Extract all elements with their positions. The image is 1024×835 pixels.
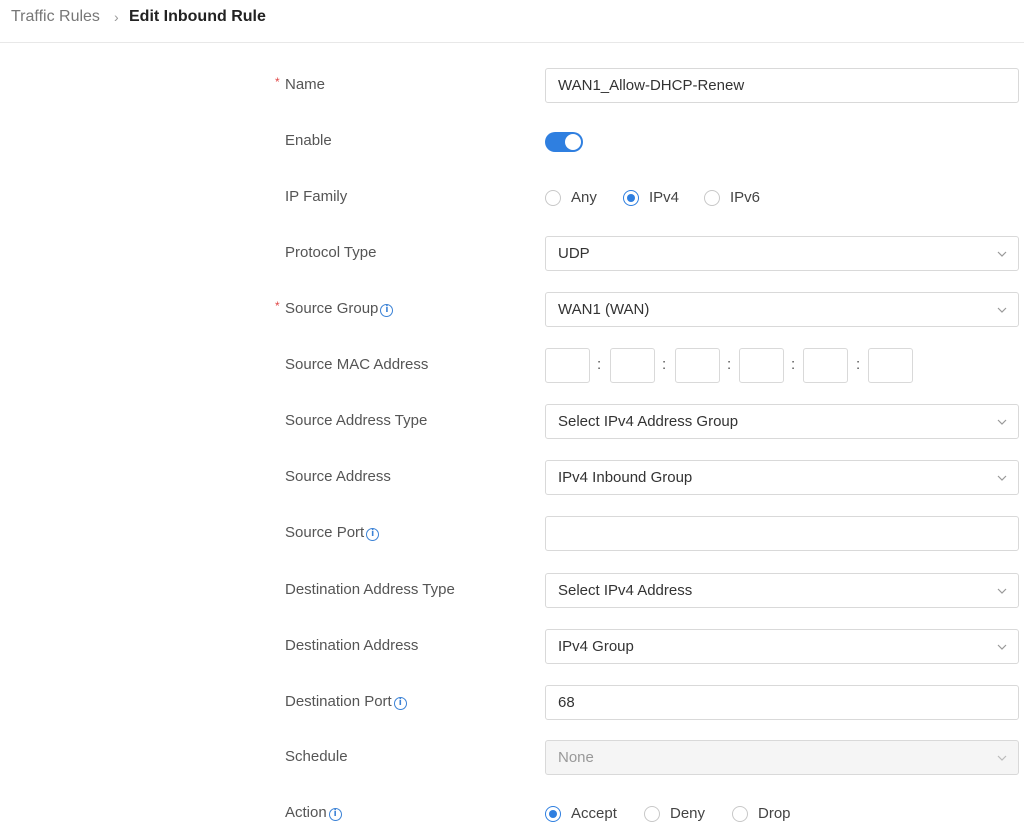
select-value: UDP <box>558 245 590 262</box>
row-source-mac: Source MAC Address : : : : : <box>0 348 1024 384</box>
source-group-select[interactable]: WAN1 (WAN) <box>545 292 1019 327</box>
radio-label: IPv6 <box>730 189 761 206</box>
select-value: Select IPv4 Address Group <box>558 413 739 430</box>
radio-circle <box>545 190 561 206</box>
label-source-address-type: Source Address Type <box>285 412 428 429</box>
info-circle-icon[interactable]: i <box>328 808 342 821</box>
label-source-port: Source Port i <box>285 524 380 541</box>
row-name: * Name WAN1_Allow-DHCP-Renew <box>0 68 1024 104</box>
row-source-group: * Source Group i WAN1 (WAN) <box>0 292 1024 328</box>
mac-separator: : <box>856 356 861 373</box>
label-name: Name <box>285 76 326 93</box>
source-address-type-select[interactable]: Select IPv4 Address Group <box>545 404 1019 439</box>
label-action: Action i <box>285 804 342 821</box>
toggle-knob <box>565 134 581 150</box>
select-value: Select IPv4 Address <box>558 582 693 599</box>
label-enable: Enable <box>285 132 332 149</box>
label-destination-port: Destination Port i <box>285 693 407 710</box>
source-port-input[interactable] <box>545 516 1019 551</box>
radio-label: Deny <box>670 805 706 822</box>
radio-circle-selected <box>623 190 639 206</box>
row-source-address: Source Address IPv4 Inbound Group <box>0 460 1024 496</box>
mac-octet-4-input[interactable] <box>739 348 784 383</box>
required-marker: * <box>275 299 280 313</box>
mac-separator: : <box>662 356 667 373</box>
info-circle-icon[interactable]: i <box>366 528 380 541</box>
mac-octet-3-input[interactable] <box>675 348 720 383</box>
label-text: Source Port <box>285 524 365 541</box>
radio-label: Accept <box>571 805 617 822</box>
radio-circle <box>704 190 720 206</box>
label-source-mac: Source MAC Address <box>285 356 429 373</box>
mac-octet-1-input[interactable] <box>545 348 590 383</box>
schedule-select: None <box>545 740 1019 775</box>
mac-separator: : <box>727 356 732 373</box>
row-destination-address-type: Destination Address Type Select IPv4 Add… <box>0 573 1024 609</box>
chevron-down-icon <box>997 419 1007 425</box>
chevron-down-icon <box>997 307 1007 313</box>
row-destination-port: Destination Port i 68 <box>0 685 1024 721</box>
label-text: Destination Port <box>285 693 392 710</box>
chevron-down-icon <box>997 251 1007 257</box>
info-circle-icon[interactable]: i <box>393 697 407 710</box>
chevron-down-icon <box>997 755 1007 761</box>
source-address-select[interactable]: IPv4 Inbound Group <box>545 460 1019 495</box>
page-header: Traffic Rules › Edit Inbound Rule <box>0 0 1024 43</box>
label-destination-address: Destination Address <box>285 637 419 654</box>
destination-address-select[interactable]: IPv4 Group <box>545 629 1019 664</box>
label-schedule: Schedule <box>285 748 348 765</box>
chevron-down-icon <box>997 588 1007 594</box>
row-destination-address: Destination Address IPv4 Group <box>0 629 1024 665</box>
row-schedule: Schedule None <box>0 740 1024 776</box>
mac-octet-2-input[interactable] <box>610 348 655 383</box>
breadcrumb-separator-icon: › <box>114 9 119 25</box>
mac-octet-6-input[interactable] <box>868 348 913 383</box>
radio-circle-selected <box>545 806 561 822</box>
row-action: Action i Accept Deny Drop <box>0 796 1024 832</box>
input-value: 68 <box>558 694 575 711</box>
protocol-type-select[interactable]: UDP <box>545 236 1019 271</box>
select-value: None <box>558 749 594 766</box>
name-input-value: WAN1_Allow-DHCP-Renew <box>558 77 745 94</box>
radio-label: Any <box>571 189 597 206</box>
mac-octet-5-input[interactable] <box>803 348 848 383</box>
label-text: Source Group <box>285 300 379 317</box>
chevron-down-icon <box>997 475 1007 481</box>
enable-toggle[interactable] <box>545 132 583 152</box>
mac-separator: : <box>597 356 602 373</box>
row-protocol-type: Protocol Type UDP <box>0 236 1024 272</box>
radio-circle <box>732 806 748 822</box>
radio-label: Drop <box>758 805 791 822</box>
destination-address-type-select[interactable]: Select IPv4 Address <box>545 573 1019 608</box>
chevron-down-icon <box>997 644 1007 650</box>
label-protocol-type: Protocol Type <box>285 244 377 261</box>
breadcrumb-traffic-rules[interactable]: Traffic Rules <box>11 8 100 26</box>
select-value: IPv4 Inbound Group <box>558 469 693 486</box>
row-ip-family: IP Family Any IPv4 IPv6 <box>0 180 1024 216</box>
radio-circle <box>644 806 660 822</box>
label-source-group: Source Group i <box>285 300 394 317</box>
row-source-address-type: Source Address Type Select IPv4 Address … <box>0 404 1024 440</box>
mac-separator: : <box>791 356 796 373</box>
row-source-port: Source Port i <box>0 516 1024 552</box>
destination-port-input[interactable]: 68 <box>545 685 1019 720</box>
info-circle-icon[interactable]: i <box>380 304 394 317</box>
required-marker: * <box>275 75 280 89</box>
label-text: Action <box>285 804 327 821</box>
label-ip-family: IP Family <box>285 188 348 205</box>
page-title: Edit Inbound Rule <box>129 8 266 25</box>
select-value: IPv4 Group <box>558 638 634 655</box>
name-input[interactable]: WAN1_Allow-DHCP-Renew <box>545 68 1019 103</box>
label-source-address: Source Address <box>285 468 391 485</box>
radio-label: IPv4 <box>649 189 680 206</box>
select-value: WAN1 (WAN) <box>558 301 650 318</box>
label-destination-address-type: Destination Address Type <box>285 581 455 598</box>
row-enable: Enable <box>0 124 1024 160</box>
